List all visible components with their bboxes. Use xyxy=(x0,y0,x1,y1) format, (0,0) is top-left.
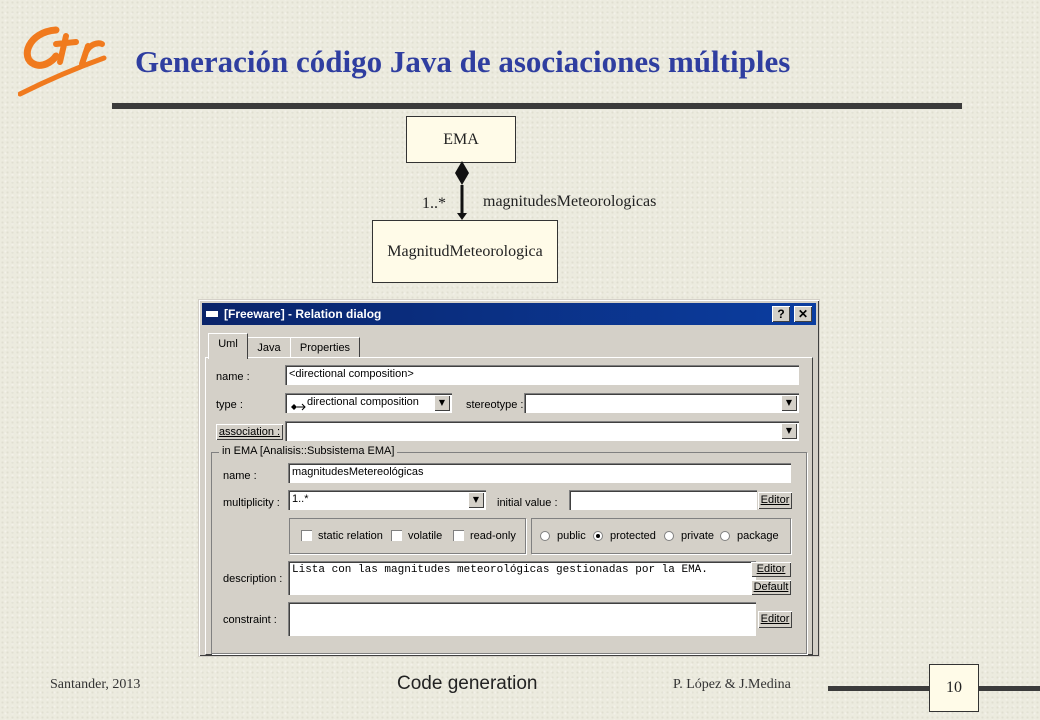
package-radio[interactable] xyxy=(720,531,730,541)
page-title: Generación código Java de asociaciones m… xyxy=(135,44,791,79)
tab-uml[interactable]: Uml xyxy=(208,333,248,359)
association-dropdown-button[interactable]: ▼ xyxy=(781,423,797,439)
composition-diamond xyxy=(455,161,469,185)
name-label: name : xyxy=(216,371,250,383)
role-name-label: magnitudesMeteorologicas xyxy=(483,193,657,210)
window-menu-icon[interactable] xyxy=(206,311,218,317)
initial-value-field[interactable] xyxy=(569,490,757,510)
relation-dialog: [Freeware] - Relation dialog ? ✕ Uml Jav… xyxy=(198,299,820,657)
uml-class-magnitud: MagnitudMeteorologica xyxy=(372,220,558,283)
ctr-logo xyxy=(17,18,118,98)
read-only-label: read-only xyxy=(470,530,516,542)
description-label: description : xyxy=(223,573,283,585)
dialog-title: [Freeware] - Relation dialog xyxy=(224,307,382,321)
association-button[interactable]: association : xyxy=(216,424,283,440)
volatile-label: volatile xyxy=(408,530,443,542)
volatile-checkbox[interactable] xyxy=(391,530,402,541)
private-label: private xyxy=(681,530,715,542)
role-group-label: in EMA [Analisis::Subsistema EMA] xyxy=(219,445,398,457)
multiplicity-field-label: multiplicity : xyxy=(223,497,280,509)
stereotype-label: stereotype : xyxy=(466,399,524,411)
relation-name-field[interactable]: <directional composition> xyxy=(285,365,799,385)
private-radio[interactable] xyxy=(664,531,674,541)
tab-properties[interactable]: Properties xyxy=(290,337,360,358)
role-name-label-field: name : xyxy=(223,470,257,482)
initial-value-label: initial value : xyxy=(497,497,558,509)
public-label: public xyxy=(557,530,586,542)
constraint-editor-button[interactable]: Editor xyxy=(758,611,792,628)
read-only-checkbox[interactable] xyxy=(453,530,464,541)
description-editor-button[interactable]: Editor xyxy=(751,562,791,577)
type-select[interactable]: directional composition xyxy=(285,393,452,413)
initial-value-editor-button[interactable]: Editor xyxy=(758,492,792,509)
description-default-button[interactable]: Default xyxy=(751,580,791,595)
public-radio[interactable] xyxy=(540,531,550,541)
description-field[interactable]: Lista con las magnitudes meteorológicas … xyxy=(288,561,756,595)
footer-authors: P. López & J.Medina xyxy=(673,677,791,692)
help-button[interactable]: ? xyxy=(772,306,790,322)
directional-composition-icon xyxy=(290,397,306,411)
stereotype-dropdown-button[interactable]: ▼ xyxy=(781,395,797,411)
title-rule xyxy=(112,103,962,109)
constraint-label: constraint : xyxy=(223,614,277,626)
footer-location: Santander, 2013 xyxy=(50,677,141,692)
role-name-field[interactable]: magnitudesMetereológicas xyxy=(288,463,791,483)
navigation-arrowhead xyxy=(457,213,467,220)
association-select[interactable] xyxy=(285,421,799,441)
stereotype-select[interactable] xyxy=(524,393,799,413)
close-button[interactable]: ✕ xyxy=(794,306,812,322)
multiplicity-label: 1..* xyxy=(422,195,446,212)
page-number: 10 xyxy=(929,664,979,712)
footer-subject: Code generation xyxy=(397,673,538,694)
protected-radio[interactable] xyxy=(593,531,603,541)
multiplicity-dropdown-button[interactable]: ▼ xyxy=(468,492,484,508)
dialog-titlebar: [Freeware] - Relation dialog ? ✕ xyxy=(202,303,816,325)
multiplicity-select[interactable]: 1..* xyxy=(288,490,486,510)
uml-class-ema: EMA xyxy=(406,116,516,163)
type-value: directional composition xyxy=(307,396,419,408)
protected-label: protected xyxy=(610,530,656,542)
composition-connector xyxy=(455,161,469,220)
constraint-field[interactable] xyxy=(288,602,756,636)
type-label: type : xyxy=(216,399,243,411)
package-label: package xyxy=(737,530,779,542)
tab-java[interactable]: Java xyxy=(247,337,291,358)
static-relation-label: static relation xyxy=(318,530,383,542)
static-relation-checkbox[interactable] xyxy=(301,530,312,541)
type-dropdown-button[interactable]: ▼ xyxy=(434,395,450,411)
